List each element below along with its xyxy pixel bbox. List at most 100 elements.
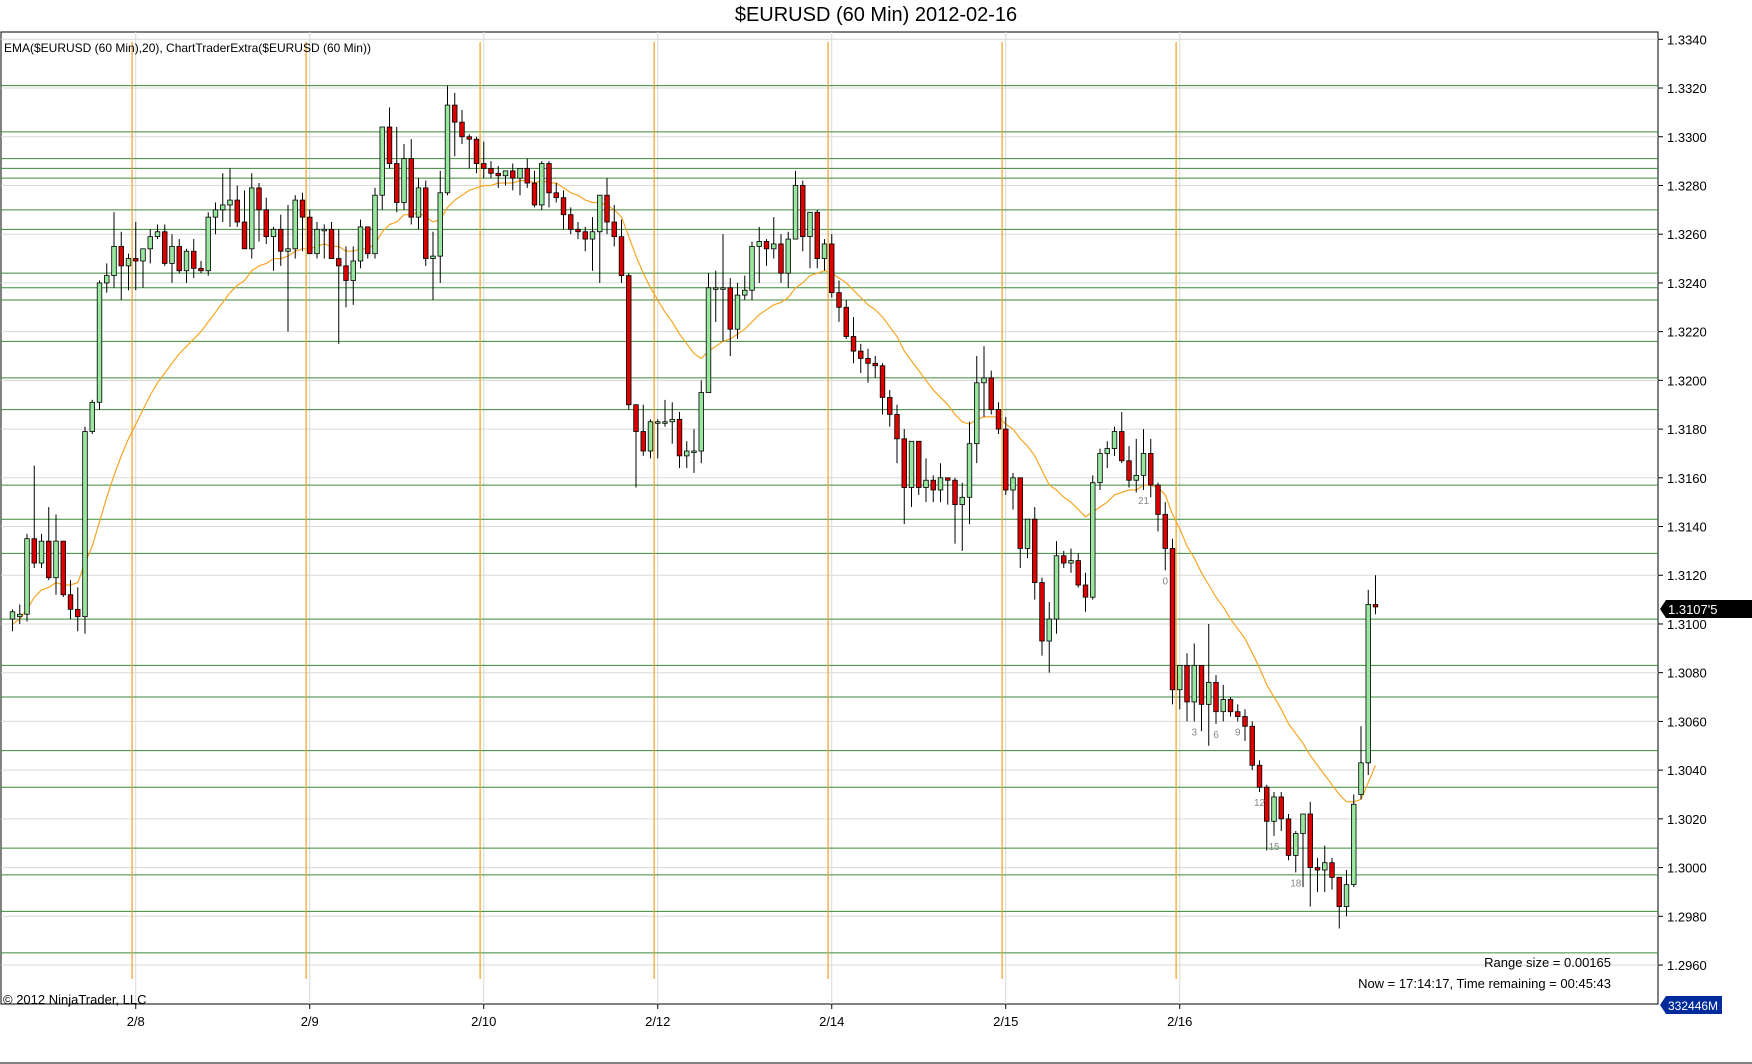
- candle-body: [720, 287, 726, 290]
- candle: [916, 440, 922, 495]
- candle: [836, 280, 842, 322]
- candle-body: [357, 226, 364, 262]
- y-tick-label: 1.3080: [1667, 666, 1707, 681]
- candle-body: [299, 199, 306, 218]
- candle: [1010, 472, 1016, 510]
- candle-body: [285, 248, 291, 252]
- candle: [1343, 870, 1350, 917]
- candle: [1119, 412, 1125, 464]
- candle: [89, 399, 95, 434]
- candle: [633, 404, 639, 488]
- x-tick-label: 2/12: [645, 1014, 670, 1029]
- candle-body: [713, 287, 719, 290]
- candle: [343, 246, 349, 308]
- candle-body: [278, 228, 284, 252]
- candle-body: [1169, 548, 1176, 691]
- candle: [814, 209, 820, 269]
- x-tick-label: 2/8: [127, 1014, 145, 1029]
- candle: [292, 195, 298, 259]
- y-tick-label: 1.3200: [1667, 373, 1707, 388]
- candle-body: [517, 168, 523, 179]
- candle: [981, 346, 987, 417]
- candle: [1278, 792, 1284, 832]
- candle: [357, 219, 364, 269]
- candle-body: [1148, 453, 1154, 486]
- candle-body: [676, 418, 683, 457]
- candle-body: [1365, 604, 1371, 764]
- candle: [1017, 477, 1023, 568]
- candle-body: [169, 245, 175, 264]
- candle: [249, 173, 255, 259]
- candle: [1162, 502, 1168, 571]
- candle-body: [495, 172, 501, 177]
- candle-body: [82, 431, 88, 618]
- candle: [118, 231, 124, 300]
- candle-body: [140, 248, 146, 262]
- candle-body: [1227, 699, 1234, 713]
- candle: [959, 482, 965, 551]
- candle: [386, 107, 393, 169]
- candle-body: [466, 136, 472, 140]
- candle-body: [937, 477, 944, 491]
- candle-body: [510, 170, 516, 179]
- candle-body: [336, 258, 342, 267]
- candle: [111, 212, 117, 288]
- candle-body: [778, 243, 784, 274]
- candle: [778, 234, 784, 283]
- y-tick-label: 1.3100: [1667, 617, 1707, 632]
- candle-body: [1082, 584, 1089, 598]
- candle-body: [1307, 813, 1313, 868]
- candle-body: [256, 187, 262, 211]
- candle-body: [444, 104, 451, 194]
- candle: [952, 477, 958, 544]
- candle: [698, 380, 704, 464]
- candle-body: [908, 440, 915, 488]
- x-tick-label: 2/15: [993, 1014, 1018, 1029]
- candle: [568, 207, 574, 235]
- y-tick-label: 1.2960: [1667, 958, 1707, 973]
- candle: [198, 260, 204, 274]
- candle: [24, 533, 30, 622]
- candle: [858, 343, 864, 374]
- price-chart[interactable]: 0 21 3 6 9 12 15 18 1.3340 1.3320 1.3300 1.3280 1.3…: [0, 0, 1752, 1064]
- candle: [930, 475, 936, 503]
- y-tick-label: 1.3300: [1667, 130, 1707, 145]
- candle-body: [212, 209, 219, 218]
- candle: [1365, 589, 1371, 776]
- candle-body: [1032, 518, 1038, 583]
- candle: [894, 404, 900, 464]
- volume-tag: 332446M: [1660, 996, 1722, 1014]
- candle-body: [640, 431, 646, 452]
- candle-body: [321, 228, 327, 232]
- candle-body: [662, 421, 668, 424]
- x-tick-label: 2/14: [819, 1014, 844, 1029]
- x-tick-label: 2/10: [471, 1014, 496, 1029]
- candle-body: [1133, 474, 1139, 481]
- candle: [191, 239, 197, 279]
- candle: [1032, 507, 1038, 600]
- candle: [1169, 538, 1176, 705]
- y-tick-label: 1.3320: [1667, 81, 1707, 96]
- copyright-label: © 2012 NinjaTrader, LLC: [3, 992, 147, 1007]
- candle-body: [1053, 555, 1060, 620]
- candle: [1329, 857, 1335, 890]
- candle: [314, 222, 320, 259]
- candle-body: [365, 226, 371, 255]
- candle-body: [887, 397, 893, 415]
- candle-body: [1329, 862, 1335, 878]
- candle-body: [930, 479, 936, 491]
- candle: [546, 161, 552, 208]
- candle: [807, 211, 813, 269]
- candle: [1213, 675, 1219, 724]
- candle-body: [147, 236, 153, 250]
- candle: [1235, 704, 1241, 722]
- candle-body: [611, 221, 617, 238]
- candle: [1104, 441, 1110, 469]
- candle-body: [1119, 431, 1125, 462]
- candle-body: [1271, 796, 1277, 822]
- candle: [205, 212, 211, 276]
- candle: [524, 158, 530, 188]
- candle-body: [1075, 560, 1081, 586]
- candle: [887, 390, 893, 427]
- candle: [734, 282, 741, 339]
